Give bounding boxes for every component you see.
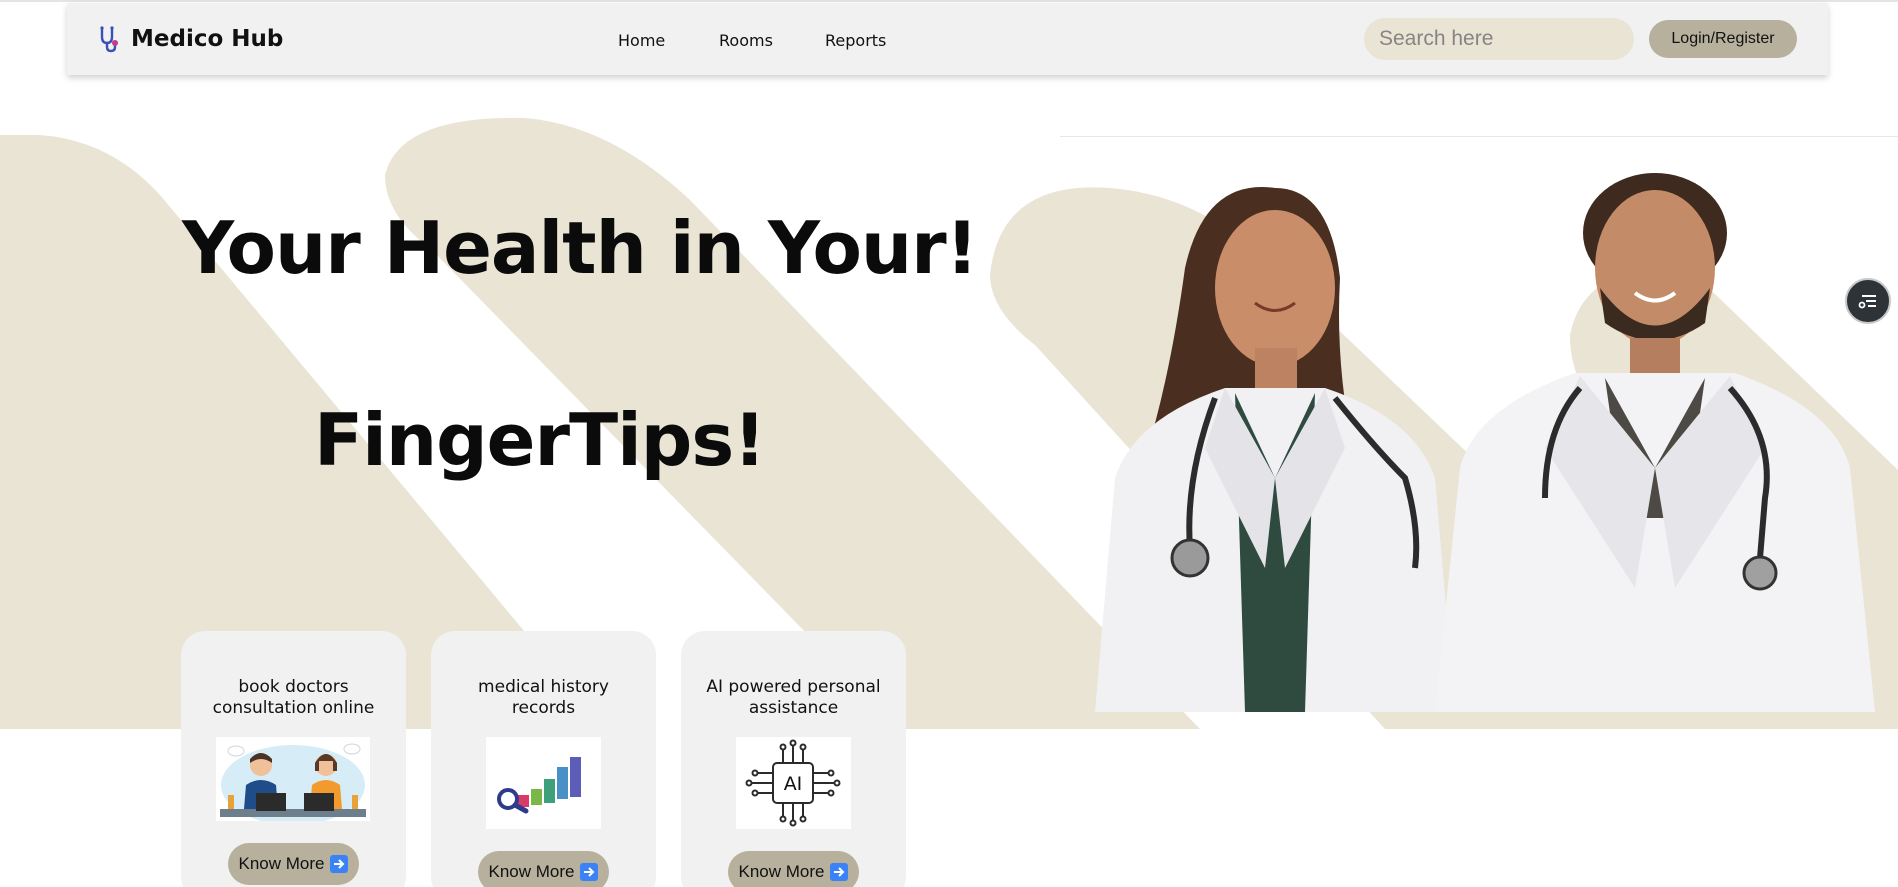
- brand[interactable]: Medico Hub: [95, 25, 283, 53]
- card-title: book doctors consultation online: [212, 677, 375, 718]
- filter-list-icon: [1858, 295, 1876, 309]
- know-more-label: Know More: [488, 862, 575, 881]
- nav-link-home[interactable]: Home: [618, 31, 665, 50]
- doctors-consultation-illustration: [216, 737, 370, 825]
- feature-card-records: medical history records Know More: [431, 631, 656, 887]
- male-doctor: [1435, 173, 1875, 712]
- ai-chip-label: AI: [784, 773, 803, 795]
- feature-card-consultation: book doctors consultation online Know Mo…: [181, 631, 406, 887]
- hero-headline-line1: Your Health in Your!: [182, 206, 979, 290]
- search-input[interactable]: [1364, 18, 1634, 60]
- bar-chart-magnifier-illustration: [486, 737, 601, 829]
- know-more-button-consultation[interactable]: Know More: [228, 843, 359, 885]
- know-more-button-ai[interactable]: Know More: [728, 851, 859, 887]
- know-more-button-records[interactable]: Know More: [478, 851, 609, 887]
- hero-divider: [1060, 136, 1898, 137]
- doctors-photo: [1095, 173, 1875, 712]
- know-more-label: Know More: [738, 862, 825, 881]
- nav-link-reports[interactable]: Reports: [825, 31, 886, 50]
- female-doctor: [1095, 187, 1455, 712]
- brand-name: Medico Hub: [131, 26, 284, 52]
- right-arrow-icon: [580, 863, 599, 881]
- card-title: medical history records: [478, 677, 609, 718]
- right-arrow-icon: [830, 863, 849, 881]
- know-more-label: Know More: [238, 854, 325, 873]
- ai-chip-icon: AI: [736, 737, 851, 829]
- hero-headline-line2: FingerTips!: [314, 398, 766, 482]
- navbar: Medico Hub Home Rooms Reports Login/Regi…: [67, 3, 1828, 75]
- login-register-button[interactable]: Login/Register: [1649, 20, 1797, 58]
- card-title: AI powered personal assistance: [706, 677, 881, 718]
- nav-link-rooms[interactable]: Rooms: [719, 31, 773, 50]
- feature-card-ai-assistance: AI powered personal assistance AI Know M: [681, 631, 906, 887]
- stethoscope-logo-icon: [100, 26, 118, 53]
- floating-menu-button[interactable]: [1845, 278, 1891, 324]
- right-arrow-icon: [330, 855, 349, 873]
